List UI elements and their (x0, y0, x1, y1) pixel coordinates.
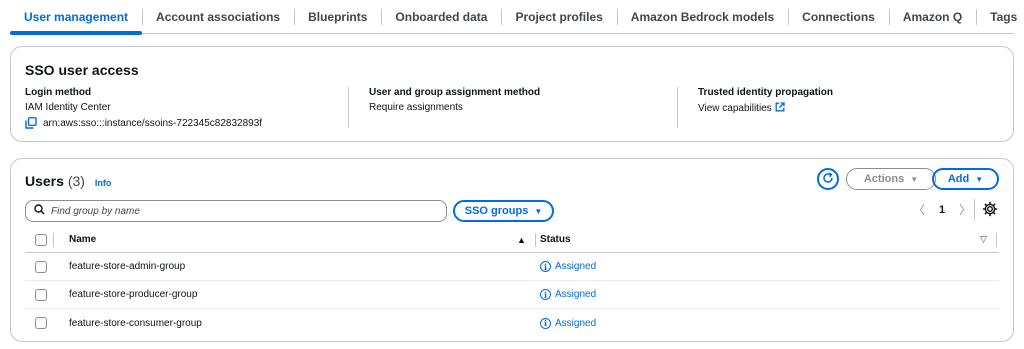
login-method-value: IAM Identity Center (25, 102, 111, 113)
users-table: Name ▲ Status ▽ feature-store-admin-grou… (25, 227, 999, 337)
tab-amazon-q[interactable]: Amazon Q (888, 0, 976, 33)
instance-arn-row: arn:aws:sso:::instance/ssoins-722345c828… (25, 117, 262, 129)
group-name: feature-store-producer-group (69, 289, 198, 300)
search-icon (34, 204, 45, 218)
tab-amazon-bedrock-models[interactable]: Amazon Bedrock models (616, 0, 788, 33)
users-title: Users (25, 173, 64, 189)
actions-button[interactable]: Actions ▼ (846, 168, 936, 190)
info-icon: i (540, 289, 551, 300)
sort-ascending-icon[interactable]: ▲ (517, 235, 526, 245)
tab-user-management[interactable]: User management (10, 0, 143, 35)
tab-account-associations[interactable]: Account associations (142, 0, 294, 33)
users-count: (3) (67, 173, 85, 189)
chevron-right-icon[interactable]: 〉 (959, 201, 971, 218)
tab-connections[interactable]: Connections (788, 0, 889, 33)
status-cell: i Assigned (540, 261, 596, 272)
sso-user-access-panel: SSO user access Login method IAM Identit… (10, 46, 1014, 142)
search-input[interactable] (51, 205, 431, 217)
users-panel: Users (3) Info Actions ▼ Add ▼ SSO group… (10, 158, 1014, 342)
status-text: Assigned (555, 261, 597, 272)
tab-project-profiles[interactable]: Project profiles (501, 0, 616, 33)
column-divider (53, 233, 54, 247)
copy-icon[interactable] (25, 117, 37, 129)
view-capabilities-link[interactable]: View capabilities (698, 102, 833, 114)
current-page[interactable]: 1 (939, 204, 945, 216)
sso-panel-title: SSO user access (25, 62, 139, 78)
caret-down-icon: ▼ (534, 206, 543, 216)
info-link[interactable]: Info (95, 178, 112, 188)
refresh-button[interactable] (817, 168, 839, 190)
tab-blueprints[interactable]: Blueprints (294, 0, 381, 33)
status-cell: i Assigned (540, 289, 596, 300)
add-label: Add (947, 173, 970, 185)
chevron-left-icon[interactable]: 〈 (913, 201, 925, 218)
column-divider (677, 87, 678, 128)
column-divider (996, 233, 997, 247)
table-row[interactable]: feature-store-producer-group i Assigned (25, 281, 999, 309)
table-header: Name ▲ Status ▽ (25, 227, 999, 253)
users-heading: Users (3) Info (25, 173, 111, 189)
column-divider (535, 233, 536, 247)
row-checkbox[interactable] (35, 260, 47, 273)
assignment-method-section: User and group assignment method Require… (369, 87, 540, 113)
caret-down-icon: ▼ (910, 174, 919, 184)
view-capabilities-text: View capabilities (698, 103, 772, 114)
name-column-header[interactable]: Name (69, 234, 96, 245)
instance-arn: arn:aws:sso:::instance/ssoins-722345c828… (43, 117, 263, 129)
caret-down-icon: ▼ (975, 174, 984, 184)
sort-descending-icon[interactable]: ▽ (980, 234, 987, 245)
select-all-checkbox[interactable] (35, 233, 47, 246)
sso-groups-label: SSO groups (464, 205, 529, 217)
group-name: feature-store-admin-group (69, 261, 186, 272)
status-column-header[interactable]: Status (540, 234, 571, 245)
tab-bar: User management Account associations Blu… (10, 0, 1017, 35)
status-cell: i Assigned (540, 317, 597, 329)
sso-groups-filter-button[interactable]: SSO groups ▼ (453, 200, 554, 222)
row-checkbox[interactable] (35, 317, 47, 329)
login-method-section: Login method IAM Identity Center arn:aws… (25, 87, 262, 129)
identity-propagation-section: Trusted identity propagation View capabi… (698, 87, 833, 114)
external-link-icon (775, 102, 785, 112)
info-icon: i (540, 261, 551, 272)
add-button[interactable]: Add ▼ (932, 168, 999, 190)
tab-tags[interactable]: Tags (976, 0, 1024, 33)
pagination: 〈 1 〉 (913, 201, 971, 218)
table-row[interactable]: feature-store-admin-group i Assigned (25, 253, 999, 281)
assignment-method-label: User and group assignment method (369, 87, 541, 98)
status-text: Assigned (555, 289, 597, 300)
row-checkbox[interactable] (35, 288, 47, 301)
gear-icon[interactable] (982, 201, 998, 217)
identity-propagation-label: Trusted identity propagation (698, 87, 834, 98)
actions-label: Actions (863, 173, 905, 185)
column-divider (348, 87, 349, 128)
login-method-label: Login method (25, 87, 92, 98)
info-icon: i (540, 317, 551, 329)
pagination-divider (974, 199, 975, 221)
status-text: Assigned (555, 317, 597, 329)
search-box (25, 200, 447, 222)
tab-onboarded-data[interactable]: Onboarded data (381, 0, 501, 33)
refresh-icon (822, 171, 834, 187)
group-name: feature-store-consumer-group (69, 317, 202, 329)
table-row[interactable]: feature-store-consumer-group i Assigned (25, 309, 999, 337)
assignment-method-value: Require assignments (369, 102, 463, 113)
